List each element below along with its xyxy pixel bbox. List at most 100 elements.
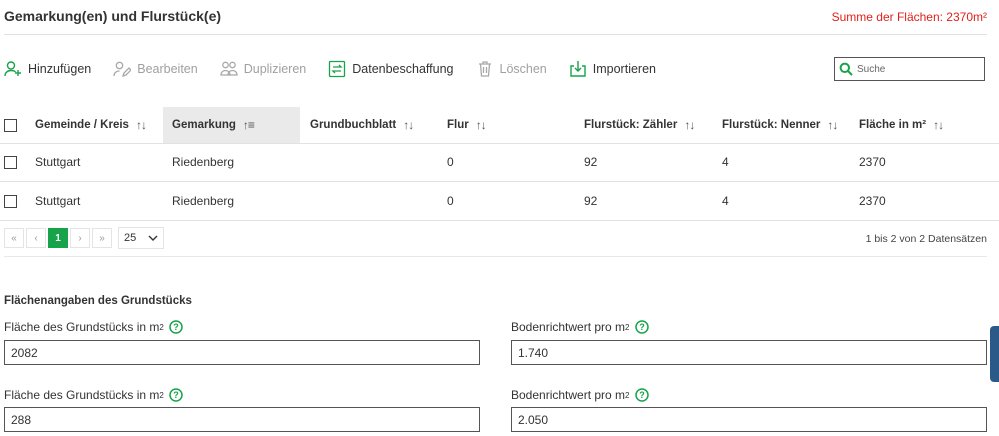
unit-superscript: 2 [625, 390, 630, 400]
add-user-icon [4, 61, 21, 77]
trash-icon [478, 61, 491, 77]
column-header-label: Flurstück: Nenner [722, 119, 821, 131]
sort-ascending-icon[interactable]: ↑≡ [243, 118, 255, 132]
duplicate-button-label: Duplizieren [243, 62, 307, 76]
land-value-label: Bodenrichtwert pro m2 ? [511, 388, 649, 402]
column-header-nenner[interactable]: Flurstück: Nenner ↑↓ [722, 107, 838, 143]
help-icon[interactable]: ? [169, 388, 183, 402]
page-size-select[interactable]: 25 [118, 227, 164, 249]
sort-icon[interactable]: ↑↓ [136, 118, 147, 132]
page-button-current[interactable]: 1 [48, 228, 68, 248]
area-sum-label: Summe der Flächen: 2370m² [831, 10, 987, 24]
area-input[interactable] [4, 407, 480, 432]
data-procurement-button[interactable]: Datenbeschaffung [328, 60, 454, 78]
column-header-zaehler[interactable]: Flurstück: Zähler ↑↓ [584, 107, 695, 143]
import-button-label: Importieren [592, 62, 656, 76]
column-header-flaeche[interactable]: Fläche in m² ↑↓ [859, 107, 944, 143]
land-value-label-text: Bodenrichtwert pro m [511, 320, 626, 334]
edit-button[interactable]: Bearbeiten [113, 60, 198, 78]
land-value-label-text: Bodenrichtwert pro m [511, 388, 626, 402]
prev-page-button[interactable]: ‹ [26, 228, 46, 248]
records-info: 1 bis 2 von 2 Datensätzen [865, 233, 987, 245]
toolbar: Hinzufügen Bearbeiten Duplizieren Datenb… [4, 60, 678, 78]
column-header-gemeinde[interactable]: Gemeinde / Kreis ↑↓ [35, 107, 147, 143]
cell-gemarkung: Riedenberg [172, 194, 235, 208]
delete-button[interactable]: Löschen [476, 60, 547, 78]
pager-divider [4, 256, 987, 257]
table-row[interactable]: Stuttgart Riedenberg 0 92 4 2370 [0, 182, 999, 221]
svg-text:?: ? [173, 390, 179, 400]
area-label-text: Fläche des Grundstücks in m [4, 388, 160, 402]
select-all-cell [4, 107, 17, 143]
svg-text:?: ? [173, 322, 179, 332]
cell-flaeche: 2370 [859, 194, 886, 208]
column-header-flur[interactable]: Flur ↑↓ [447, 107, 487, 143]
search-icon [839, 62, 853, 76]
sort-icon[interactable]: ↑↓ [476, 118, 487, 132]
data-procurement-icon [329, 60, 346, 78]
cell-flur: 0 [447, 194, 454, 208]
unit-superscript: 2 [159, 390, 164, 400]
duplicate-icon [220, 61, 238, 76]
help-icon[interactable]: ? [634, 388, 649, 402]
delete-button-label: Löschen [499, 62, 547, 76]
last-page-button[interactable]: » [92, 228, 112, 248]
import-icon [570, 61, 586, 77]
column-header-label: Gemeinde / Kreis [35, 119, 129, 131]
cell-nenner: 4 [722, 155, 729, 169]
cell-gemeinde: Stuttgart [35, 155, 81, 169]
column-header-gemarkung[interactable]: Gemarkung ↑≡ [163, 107, 300, 143]
side-panel-tab[interactable] [990, 326, 999, 382]
import-button[interactable]: Importieren [569, 60, 656, 78]
cell-gemarkung: Riedenberg [172, 155, 235, 169]
header-divider [4, 34, 987, 35]
column-header-label: Gemarkung [172, 119, 236, 131]
page-title: Gemarkung(en) und Flurstück(e) [4, 8, 222, 24]
land-value-input[interactable] [511, 407, 987, 432]
first-page-button[interactable]: « [4, 228, 24, 248]
column-header-grundbuchblatt[interactable]: Grundbuchblatt ↑↓ [310, 107, 414, 143]
data-procurement-button-label: Datenbeschaffung [352, 62, 454, 76]
cell-flur: 0 [447, 155, 454, 169]
land-value-input[interactable] [511, 340, 987, 365]
table-row[interactable]: Stuttgart Riedenberg 0 92 4 2370 [0, 143, 999, 182]
add-button[interactable]: Hinzufügen [4, 60, 91, 78]
area-label-text: Fläche des Grundstücks in m [4, 320, 160, 334]
page-size-value: 25 [124, 232, 137, 244]
column-header-label: Fläche in m² [859, 119, 927, 131]
cell-flaeche: 2370 [859, 155, 886, 169]
svg-text:?: ? [639, 390, 645, 400]
add-button-label: Hinzufügen [28, 62, 92, 76]
area-input[interactable] [4, 340, 480, 365]
sort-icon[interactable]: ↑↓ [933, 118, 944, 132]
select-all-checkbox[interactable] [4, 118, 17, 132]
cell-gemeinde: Stuttgart [35, 194, 81, 208]
row-select-cell [4, 143, 17, 181]
search-input[interactable] [857, 63, 977, 75]
column-header-label: Flurstück: Zähler [584, 119, 678, 131]
duplicate-button[interactable]: Duplizieren [220, 60, 307, 78]
cell-zaehler: 92 [584, 155, 598, 169]
chevron-down-icon [148, 235, 158, 241]
pagination: « ‹ 1 › » 25 [4, 227, 164, 249]
help-icon[interactable]: ? [634, 320, 649, 334]
sort-icon[interactable]: ↑↓ [827, 118, 838, 132]
sort-icon[interactable]: ↑↓ [684, 118, 695, 132]
cell-nenner: 4 [722, 194, 729, 208]
row-checkbox[interactable] [4, 155, 17, 169]
help-icon[interactable]: ? [169, 320, 183, 334]
unit-superscript: 2 [625, 322, 630, 332]
unit-superscript: 2 [159, 322, 164, 332]
row-select-cell [4, 182, 17, 220]
area-label: Fläche des Grundstücks in m2 ? [4, 320, 183, 334]
column-header-label: Flur [447, 119, 469, 131]
search-box[interactable] [834, 57, 985, 81]
next-page-button[interactable]: › [70, 228, 90, 248]
table-header: Gemeinde / Kreis ↑↓ Gemarkung ↑≡ Grundbuch… [0, 107, 999, 144]
row-checkbox[interactable] [4, 194, 17, 208]
area-label: Fläche des Grundstücks in m2 ? [4, 388, 183, 402]
section-title: Flächenangaben des Grundstücks [4, 295, 192, 307]
svg-text:?: ? [639, 322, 645, 332]
sort-icon[interactable]: ↑↓ [403, 118, 414, 132]
column-header-label: Grundbuchblatt [310, 119, 397, 131]
